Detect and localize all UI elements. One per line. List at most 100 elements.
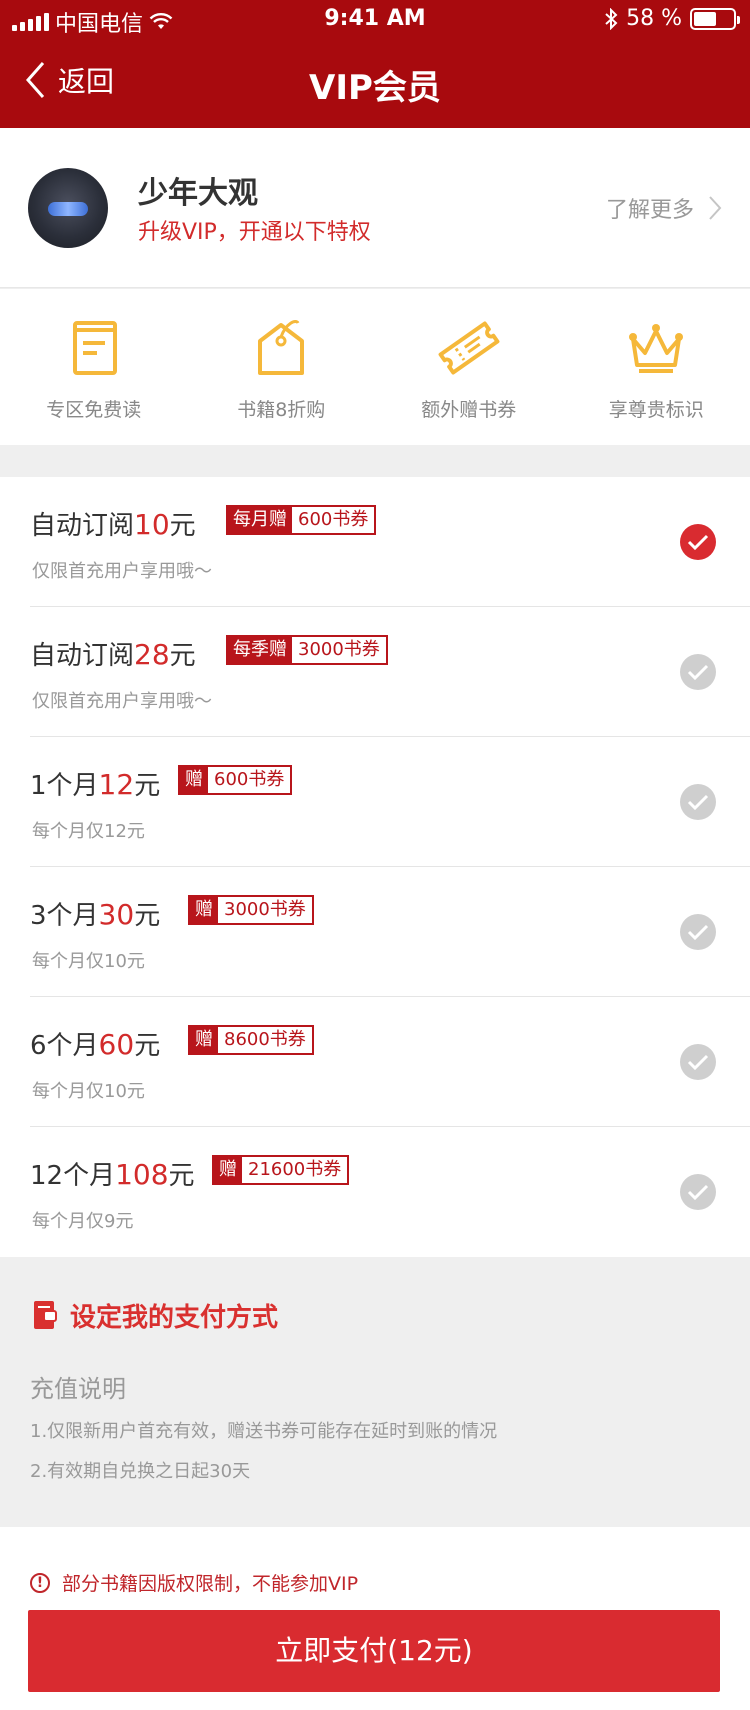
plan-title: 6个月 60 元 — [30, 1025, 160, 1062]
gift-tag: 赠 — [214, 1157, 242, 1183]
plan-prefix: 1个月 — [30, 771, 99, 801]
privileges-row: 专区免费读 书籍8折购 额外赠书券 享尊贵标识 — [0, 289, 750, 445]
plan-price: 10 — [134, 508, 170, 541]
page-title: VIP会员 — [309, 68, 441, 108]
privilege-label: 享尊贵标识 — [608, 399, 704, 421]
wallet-icon — [34, 1300, 57, 1329]
privilege-label: 书籍8折购 — [237, 399, 326, 421]
check-icon[interactable] — [680, 784, 716, 820]
gift-tag: 每季赠 — [228, 637, 292, 663]
notice-text: 部分书籍因版权限制，不能参加VIP — [62, 1573, 359, 1595]
privilege-free-read: 专区免费读 — [0, 289, 188, 445]
plan-prefix: 12个月 — [30, 1161, 116, 1191]
avatar — [28, 168, 108, 248]
crown-icon — [629, 324, 684, 373]
gift-tag: 赠 — [190, 897, 218, 923]
plan-title: 1个月 12 元 — [30, 765, 160, 802]
header-bar: 中国电信 9:41 AM 58 % 返回 VIP会员 — [0, 0, 750, 128]
check-icon[interactable] — [680, 914, 716, 950]
plan-price: 12 — [98, 768, 135, 801]
plan-title: 自动订阅 28 元 — [30, 635, 196, 672]
plan-price: 28 — [134, 638, 170, 671]
plan-title: 自动订阅 10 元 — [30, 505, 196, 542]
privilege-vip-badge: 享尊贵标识 — [563, 289, 750, 445]
plan-title: 3个月 30 元 — [30, 895, 160, 932]
gift-amount: 21600书券 — [242, 1157, 348, 1183]
plan-unit: 元 — [134, 771, 161, 801]
recharge-explain-title: 充值说明 — [30, 1375, 126, 1403]
chevron-right-icon — [709, 196, 722, 220]
bluetooth-icon — [605, 7, 618, 30]
plan-unit: 元 — [168, 1161, 195, 1191]
learn-more-link[interactable]: 了解更多 — [606, 192, 722, 224]
gift-amount: 8600书券 — [218, 1027, 312, 1053]
gift-badge: 赠 600书券 — [178, 765, 293, 795]
gift-badge: 每季赠 3000书券 — [226, 635, 388, 665]
pay-now-button[interactable]: 立即支付(12元) — [28, 1610, 720, 1692]
warning-icon: ! — [30, 1572, 50, 1593]
battery-percent: 58 % — [626, 6, 682, 31]
plan-option[interactable]: 3个月 30 元 赠 3000书券 每个月仅10元 — [0, 867, 750, 997]
privilege-label: 专区免费读 — [46, 399, 142, 421]
copyright-notice: ! 部分书籍因版权限制，不能参加VIP — [30, 1569, 358, 1596]
plan-prefix: 3个月 — [30, 901, 99, 931]
plan-prefix: 自动订阅 — [30, 641, 135, 671]
explain-line: 1.仅限新用户首充有效，赠送书券可能存在延时到账的情况 — [30, 1421, 498, 1442]
gift-tag: 赠 — [180, 767, 208, 793]
ticket-icon — [438, 321, 500, 375]
gift-amount: 3000书券 — [218, 897, 312, 923]
gift-amount: 3000书券 — [292, 637, 386, 663]
plan-note: 每个月仅10元 — [32, 1081, 145, 1102]
user-name: 少年大观 — [138, 176, 258, 211]
plan-option[interactable]: 自动订阅 10 元 每月赠 600书券 仅限首充用户享用哦～ — [0, 477, 750, 607]
plan-option[interactable]: 1个月 12 元 赠 600书券 每个月仅12元 — [0, 737, 750, 867]
battery-icon — [690, 7, 740, 30]
plan-note: 仅限首充用户享用哦～ — [32, 691, 212, 712]
plan-note: 仅限首充用户享用哦～ — [32, 561, 212, 582]
plan-note: 每个月仅10元 — [32, 951, 145, 972]
plan-price: 30 — [98, 898, 135, 931]
plan-unit: 元 — [134, 901, 161, 931]
status-bar: 中国电信 9:41 AM 58 % — [0, 0, 750, 40]
plan-prefix: 自动订阅 — [30, 511, 135, 541]
gift-amount: 600书券 — [292, 507, 375, 533]
plan-unit: 元 — [169, 511, 196, 541]
profile-card: 少年大观 升级VIP，开通以下特权 了解更多 — [0, 128, 750, 288]
footer: ! 部分书籍因版权限制，不能参加VIP 立即支付(12元) — [0, 1527, 750, 1710]
plan-note: 每个月仅12元 — [32, 821, 145, 842]
plan-option[interactable]: 6个月 60 元 赠 8600书券 每个月仅10元 — [0, 997, 750, 1127]
plan-unit: 元 — [134, 1031, 161, 1061]
check-icon[interactable] — [680, 1174, 716, 1210]
plan-list: 自动订阅 10 元 每月赠 600书券 仅限首充用户享用哦～ 自动订阅 28 元 每季赠 3… — [0, 477, 750, 1257]
plan-title: 12个月 108 元 — [30, 1155, 195, 1192]
gift-badge: 赠 3000书券 — [188, 895, 314, 925]
price-tag-icon — [258, 320, 305, 375]
gift-badge: 赠 8600书券 — [188, 1025, 314, 1055]
check-icon[interactable] — [680, 654, 716, 690]
gift-badge: 每月赠 600书券 — [226, 505, 377, 535]
plan-price: 108 — [115, 1158, 169, 1191]
check-icon[interactable] — [680, 1044, 716, 1080]
plan-price: 60 — [98, 1028, 135, 1061]
explain-line: 2.有效期自兑换之日起30天 — [30, 1461, 251, 1482]
status-right: 58 % — [604, 6, 740, 31]
plan-unit: 元 — [169, 641, 196, 671]
nav-bar: 返回 VIP会员 — [0, 48, 750, 118]
gift-badge: 赠 21600书券 — [212, 1155, 350, 1185]
battery-fill — [694, 11, 717, 26]
payment-method-label: 设定我的支付方式 — [70, 1303, 279, 1333]
plan-option[interactable]: 12个月 108 元 赠 21600书券 每个月仅9元 — [0, 1127, 750, 1257]
set-payment-method-link[interactable]: 设定我的支付方式 — [32, 1297, 278, 1334]
learn-more-label: 了解更多 — [605, 198, 694, 223]
check-icon[interactable] — [680, 524, 716, 560]
gift-tag: 每月赠 — [228, 507, 292, 533]
payment-section: 设定我的支付方式 充值说明 1.仅限新用户首充有效，赠送书券可能存在延时到账的情… — [0, 1257, 750, 1527]
plan-option[interactable]: 自动订阅 28 元 每季赠 3000书券 仅限首充用户享用哦～ — [0, 607, 750, 737]
gift-tag: 赠 — [190, 1027, 218, 1053]
privilege-label: 额外赠书券 — [421, 399, 517, 421]
upgrade-hint: 升级VIP，开通以下特权 — [138, 220, 371, 245]
privilege-discount: 书籍8折购 — [188, 289, 376, 445]
privilege-bonus-coupon: 额外赠书券 — [375, 289, 563, 445]
gift-amount: 600书券 — [208, 767, 291, 793]
document-icon — [72, 321, 117, 375]
